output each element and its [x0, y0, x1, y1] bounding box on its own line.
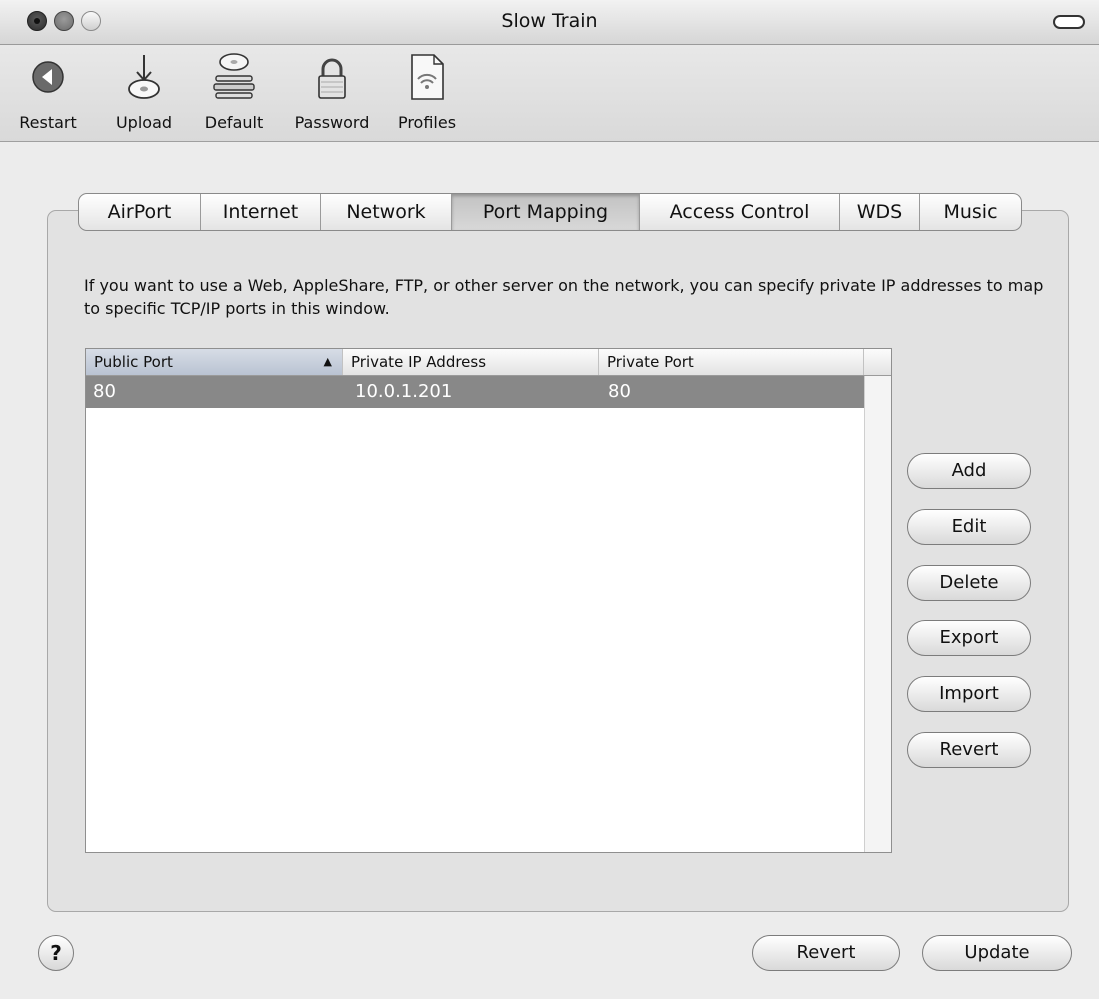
default-icon: [213, 53, 255, 99]
table-scrollbar[interactable]: [864, 376, 891, 852]
update-button[interactable]: Update: [922, 935, 1072, 971]
help-button[interactable]: ?: [38, 935, 74, 971]
export-button[interactable]: Export: [907, 620, 1031, 656]
import-button[interactable]: Import: [907, 676, 1031, 712]
airport-admin-window: Slow Train Restart Upload Default Passwo…: [0, 0, 1099, 999]
table-row[interactable]: 80 10.0.1.201 80: [86, 376, 864, 408]
tab-port-mapping[interactable]: Port Mapping: [452, 194, 640, 230]
tab-airport[interactable]: AirPort: [79, 194, 201, 230]
column-header-private-ip[interactable]: Private IP Address: [343, 349, 599, 375]
delete-button[interactable]: Delete: [907, 565, 1031, 601]
edit-button[interactable]: Edit: [907, 509, 1031, 545]
restart-icon: [32, 61, 64, 93]
revert-button[interactable]: Revert: [752, 935, 900, 971]
title-bar: Slow Train: [0, 0, 1099, 45]
toolbar-default-label: Default: [204, 113, 264, 132]
cell-private-ip: 10.0.1.201: [355, 381, 453, 402]
upload-icon: [128, 55, 160, 99]
toolbar-toggle-button[interactable]: [1053, 15, 1085, 29]
toolbar-profiles-label: Profiles: [397, 113, 457, 132]
toolbar-password-button[interactable]: Password: [283, 45, 381, 141]
tab-access-control[interactable]: Access Control: [640, 194, 840, 230]
cell-private-port: 80: [608, 381, 631, 402]
tab-music[interactable]: Music: [920, 194, 1021, 230]
window-title: Slow Train: [501, 10, 598, 32]
sort-ascending-icon: ▲: [323, 355, 332, 368]
toolbar-profiles-button[interactable]: Profiles: [387, 45, 467, 141]
table-header: Public Port ▲ Private IP Address Private…: [86, 349, 891, 376]
toolbar-upload-button[interactable]: Upload: [104, 45, 184, 141]
add-button[interactable]: Add: [907, 453, 1031, 489]
column-header-public-port[interactable]: Public Port ▲: [86, 349, 343, 375]
tab-wds[interactable]: WDS: [840, 194, 920, 230]
toolbar-password-label: Password: [294, 113, 370, 132]
port-mapping-description: If you want to use a Web, AppleShare, FT…: [84, 276, 1044, 318]
port-mapping-table: Public Port ▲ Private IP Address Private…: [85, 348, 892, 853]
tab-network[interactable]: Network: [321, 194, 452, 230]
profiles-icon: [411, 54, 444, 100]
toolbar-restart-button[interactable]: Restart: [0, 45, 96, 141]
cell-public-port: 80: [93, 381, 116, 402]
tab-internet[interactable]: Internet: [201, 194, 321, 230]
toolbar: Restart Upload Default Password Profiles: [0, 45, 1099, 142]
column-header-label: Public Port: [94, 353, 173, 371]
toolbar-upload-label: Upload: [115, 113, 173, 132]
revert-mapping-button[interactable]: Revert: [907, 732, 1031, 768]
toolbar-default-button[interactable]: Default: [192, 45, 276, 141]
toolbar-restart-label: Restart: [19, 113, 77, 132]
tab-bar: AirPort Internet Network Port Mapping Ac…: [78, 193, 1022, 231]
lock-icon: [318, 58, 346, 99]
column-header-private-port[interactable]: Private Port: [599, 349, 864, 375]
